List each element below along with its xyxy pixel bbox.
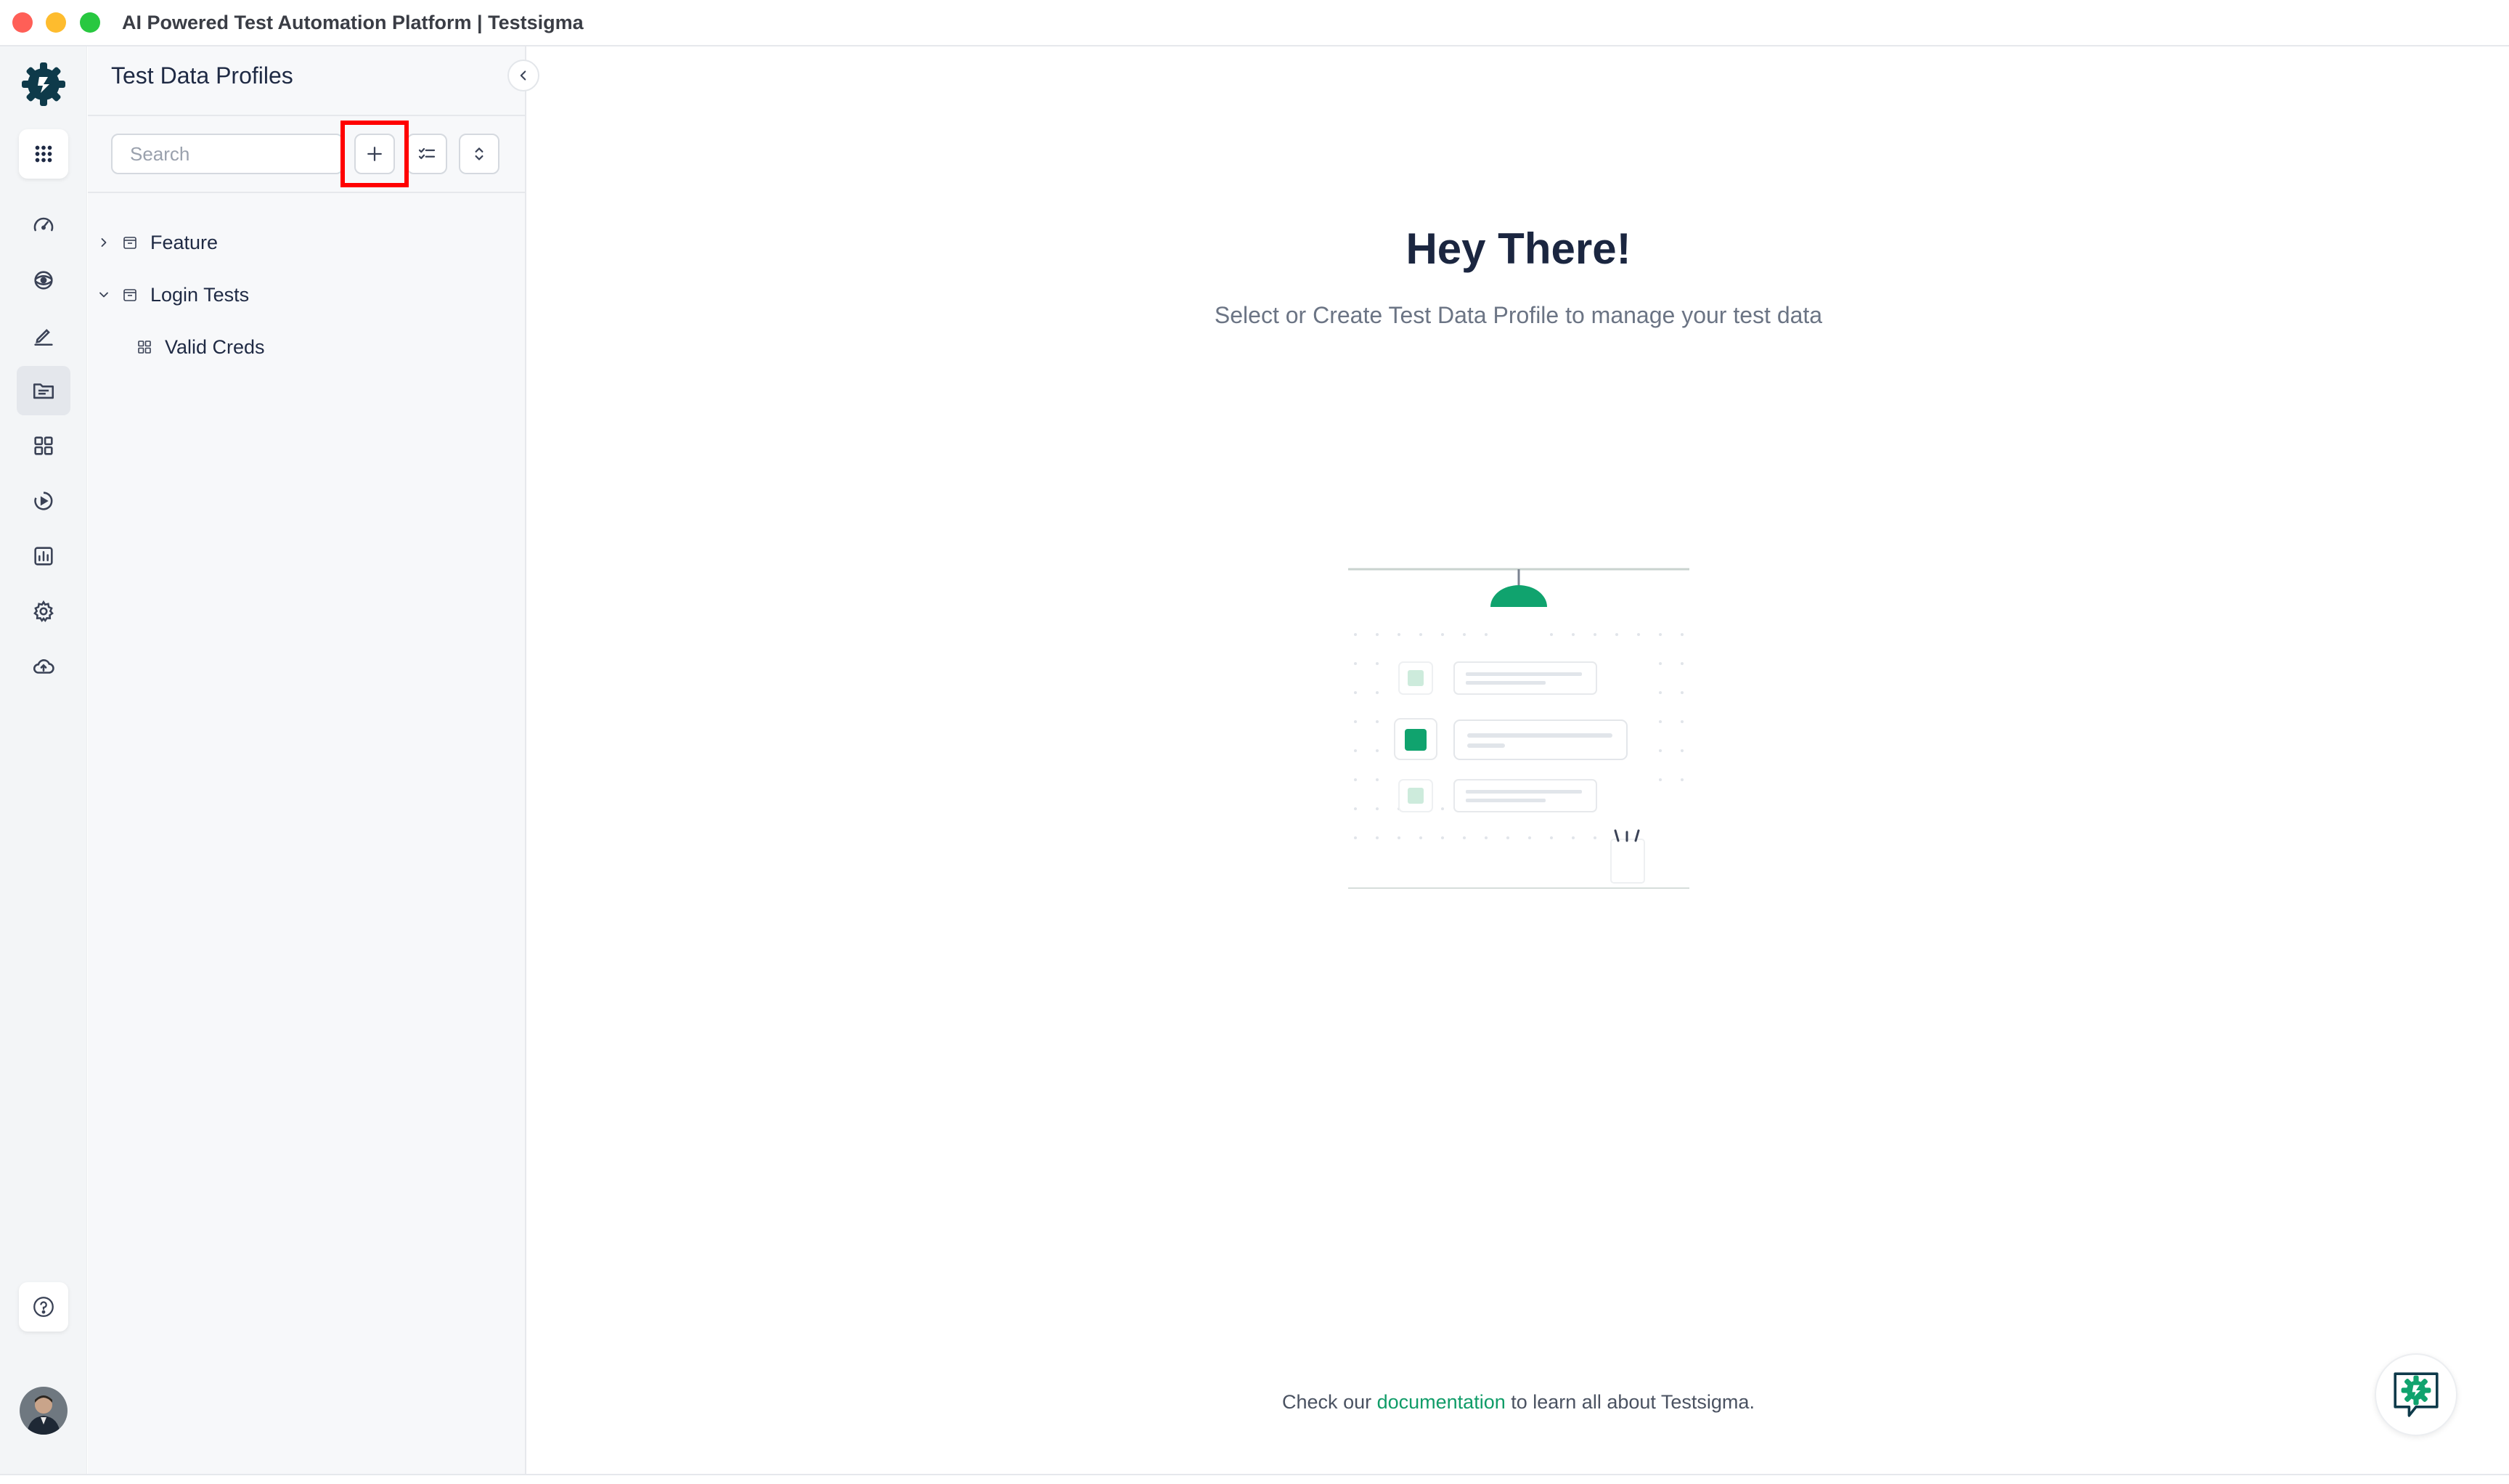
chevron-left-icon [520,70,526,81]
apps-grid-icon [35,145,52,163]
testsigma-logo-icon[interactable] [19,60,68,109]
help-button[interactable] [19,1282,68,1332]
checklist-icon [418,148,436,160]
nav-test-data[interactable] [17,366,70,415]
folder-box-icon [120,232,140,253]
run-icon [34,492,53,510]
nav-edit[interactable] [17,311,70,360]
chat-bot-icon [2394,1372,2439,1417]
collapse-panel-button[interactable] [507,60,539,91]
sort-chevrons-icon [475,147,484,160]
tree-item-label: Feature [150,232,219,253]
toolbar-divider [88,192,526,193]
tree-item-login-tests[interactable]: Login Tests [88,274,526,315]
panel-header-divider [88,115,526,116]
left-nav-rail [0,46,87,1474]
tree-item-valid-creds[interactable]: Valid Creds [88,327,526,367]
test-data-profiles-panel: Test Data Profiles Feature [88,46,539,1474]
bulk-select-button[interactable] [407,134,447,174]
chat-assistant-button[interactable] [2375,1353,2457,1436]
user-avatar[interactable] [20,1387,68,1435]
empty-state-heading: Hey There! [1406,224,1631,273]
folder-box-icon [120,285,140,305]
dashboard-icon [33,217,54,232]
apps-grid-button[interactable] [19,129,68,179]
tree-item-label: Login Tests [150,284,250,306]
search-input[interactable] [111,134,343,174]
cloud-upload-icon [33,659,54,674]
nav-visibility[interactable] [17,256,70,305]
tree-item-feature[interactable]: Feature [88,222,526,263]
chevron-right-icon[interactable] [95,234,113,251]
chevron-down-icon[interactable] [95,286,113,303]
window-title: AI Powered Test Automation Platform | Te… [122,12,584,33]
footer-prefix: Check our [1282,1391,1372,1413]
help-icon [33,1297,54,1317]
nav-reports[interactable] [17,531,70,581]
nav-elements[interactable] [17,421,70,470]
nav-cloud[interactable] [17,642,70,691]
nav-settings[interactable] [17,587,70,636]
panel-title: Test Data Profiles [111,62,293,89]
documentation-footer: Check our documentation to learn all abo… [528,1391,2509,1414]
edit-icon [34,329,53,346]
maximize-window-button[interactable] [80,12,100,33]
empty-state-illustration [1348,568,1689,889]
title-bar: AI Powered Test Automation Platform | Te… [0,0,2509,46]
close-window-button[interactable] [12,12,33,33]
empty-state-subheading: Select or Create Test Data Profile to ma… [1214,302,1823,328]
data-profile-icon [134,337,155,357]
grid-icon [34,436,53,455]
footer-suffix: to learn all about Testsigma. [1511,1391,1755,1413]
tree-item-label: Valid Creds [165,336,265,358]
sort-button[interactable] [459,134,499,174]
visibility-icon [34,271,53,290]
minimize-window-button[interactable] [46,12,66,33]
main-content: Hey There! Select or Create Test Data Pr… [528,46,2509,1474]
nav-dashboard[interactable] [17,200,70,250]
nav-run[interactable] [17,476,70,526]
documentation-link[interactable]: documentation [1377,1391,1506,1413]
reports-icon [34,547,53,566]
window-bottom-edge [0,1474,2509,1484]
test-data-icon [33,383,54,399]
settings-icon [33,600,54,622]
add-button-highlight [340,121,409,187]
